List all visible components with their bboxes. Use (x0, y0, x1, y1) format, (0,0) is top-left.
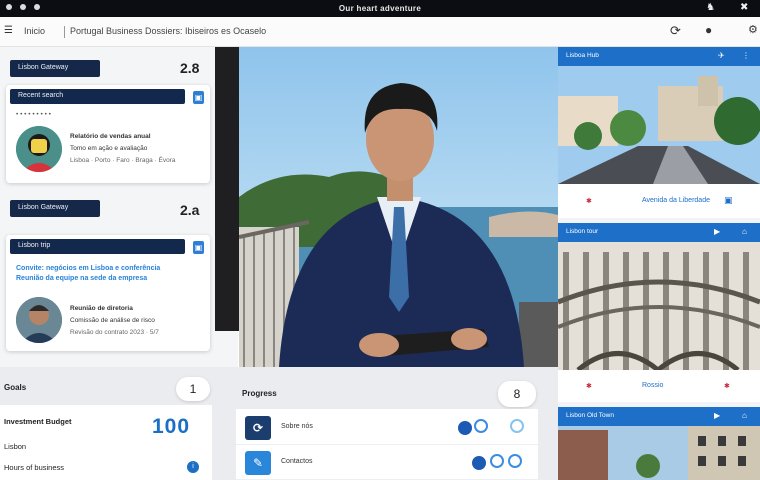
info-icon[interactable]: i (187, 461, 199, 473)
card-line: • • • • • • • • • (16, 111, 51, 118)
home-icon[interactable]: ⌂ (742, 411, 747, 420)
more-icon[interactable]: ⋮ (742, 51, 750, 60)
list-item-label: Contactos (281, 458, 313, 465)
panel-title: Lisboa Hub (566, 52, 599, 59)
panel-title: Lisbon Old Town (566, 412, 614, 419)
list-item-label: Sobre nós (281, 423, 313, 430)
status-ring-icon[interactable] (508, 454, 522, 468)
message-card[interactable]: Lisbon trip ▣ Convite: negócios em Lisbo… (6, 235, 210, 351)
breadcrumb[interactable]: Portugal Business Dossiers: Ibiseiros es… (70, 26, 266, 36)
status-dot-icon[interactable] (472, 456, 486, 470)
message-card[interactable]: Recent search ▣ • • • • • • • • • Relató… (6, 85, 210, 183)
user-icon[interactable]: ● (705, 23, 712, 37)
share-icon[interactable]: ▣ (724, 195, 733, 206)
card-header: Recent search (10, 89, 185, 104)
panel-header[interactable]: Lisboa Hub ✈ ⋮ (558, 47, 760, 66)
card-action-icon[interactable]: ▣ (193, 91, 204, 104)
card-headline[interactable]: Convite: negócios em Lisboa e conferênci… (16, 265, 160, 272)
star-icon[interactable]: ✱ (724, 382, 730, 390)
window-titlebar: Our heart adventure ♞ ✖ (0, 0, 760, 17)
panel-footer: ✱ Rossio ✱ (558, 370, 760, 402)
panel-footer: ✱ Avenida da Liberdade ▣ (558, 184, 760, 218)
card-line: Tomo em ação e avaliação (70, 145, 148, 152)
section-pill[interactable]: Lisbon Gateway (10, 60, 100, 77)
tab-separator (64, 26, 65, 38)
card-header: Lisbon trip (10, 239, 185, 254)
panel-header[interactable]: Lisbon Old Town ▶ ⌂ (558, 407, 760, 426)
panel-caption[interactable]: Rossio (642, 382, 663, 389)
status-dot-icon[interactable] (458, 421, 472, 435)
tab-home[interactable]: Inicio (24, 26, 45, 36)
panel-caption[interactable]: Avenida da Liberdade (642, 197, 710, 204)
status-ring-icon[interactable] (510, 419, 524, 433)
avatar (16, 297, 62, 343)
task-list: ⟳ Sobre nós ✎ Contactos (236, 409, 538, 480)
panel-header[interactable]: Lisbon tour ▶ ⌂ (558, 223, 760, 242)
right-panel: Lisboa Hub ✈ ⋮ ✱ Avenida da Liberdade ▣ … (558, 47, 760, 480)
bottom-dashboard: Goals 1 Investment Budget Lisbon Hours o… (0, 367, 558, 480)
splitter-handle[interactable] (215, 47, 239, 331)
stat-label: Investment Budget (4, 417, 72, 426)
stats-card: Investment Budget Lisbon Hours of busine… (0, 405, 212, 480)
window-title: Our heart adventure (338, 4, 422, 13)
section-count: 2.a (180, 202, 200, 218)
stat-value: 100 (152, 415, 191, 438)
card-action-icon[interactable]: ▣ (193, 241, 204, 254)
progress-badge[interactable]: 8 (498, 381, 536, 407)
car-icon[interactable]: ▶ (714, 227, 720, 236)
hero-photo (239, 47, 558, 367)
refresh-icon[interactable]: ⟳ (670, 23, 681, 39)
refresh-icon: ⟳ (245, 416, 271, 440)
avatar (16, 126, 62, 172)
plane-icon[interactable]: ✈ (718, 51, 725, 60)
status-ring-icon[interactable] (474, 419, 488, 433)
close-icon[interactable]: ✖ (740, 2, 748, 13)
left-panel: Lisbon Gateway 2.8 Recent search ▣ • • •… (0, 47, 238, 367)
panel-title: Lisbon tour (566, 228, 599, 235)
card-line: Reunião de diretoria (70, 305, 133, 312)
avenue-photo[interactable] (558, 66, 760, 184)
section-pill[interactable]: Lisbon Gateway (10, 200, 100, 217)
progress-title: Progress (242, 389, 277, 398)
pin-icon: ✱ (586, 198, 592, 205)
status-ring-icon[interactable] (490, 454, 504, 468)
card-headline[interactable]: Reunião da equipe na sede da empresa (16, 275, 147, 282)
section-count: 2.8 (180, 60, 200, 76)
goals-badge[interactable]: 1 (176, 377, 210, 401)
arcade-photo[interactable] (558, 242, 760, 370)
settings-icon[interactable]: ⚙ (748, 23, 758, 36)
pin-icon: ✱ (586, 383, 592, 390)
tab-bar: ☰ Inicio Portugal Business Dossiers: Ibi… (0, 17, 760, 47)
menu-icon[interactable]: ☰ (4, 25, 13, 36)
card-line: Revisão do contrato 2023 · 5/7 (70, 329, 159, 336)
edit-icon: ✎ (245, 451, 271, 475)
car-icon[interactable]: ▶ (714, 411, 720, 420)
street-photo[interactable] (558, 426, 760, 480)
goals-title: Goals (4, 383, 27, 392)
card-line: Relatório de vendas anual (70, 133, 151, 140)
stat-label: Lisbon (4, 442, 27, 451)
card-line: Lisboa · Porto · Faro · Braga · Évora (70, 157, 176, 164)
card-line: Comissão de análise de risco (70, 317, 155, 324)
list-item[interactable]: ✎ Contactos (236, 446, 538, 480)
knight-icon[interactable]: ♞ (706, 2, 715, 13)
list-item[interactable]: ⟳ Sobre nós (236, 411, 538, 445)
stat-label: Hours of business (4, 463, 65, 472)
home-icon[interactable]: ⌂ (742, 227, 747, 236)
